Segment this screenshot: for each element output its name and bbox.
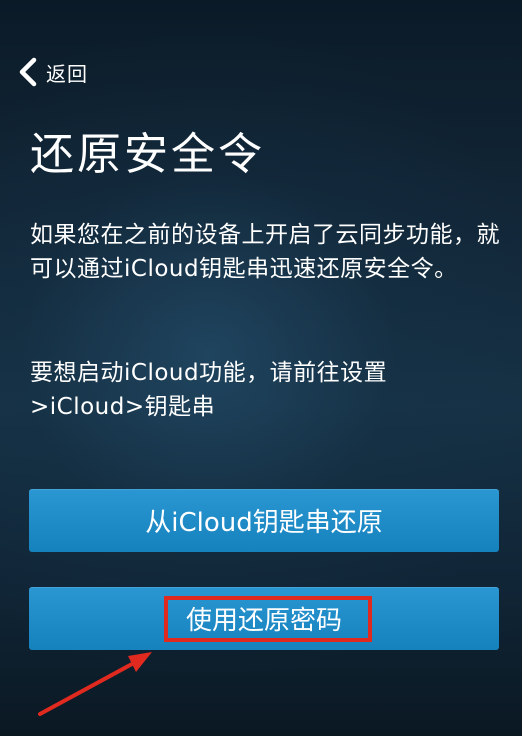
screen: 返回 还原安全令 如果您在之前的设备上开启了云同步功能，就可以通过iCloud钥…: [0, 0, 522, 736]
highlight-box: [164, 596, 372, 642]
chevron-left-icon: [19, 57, 37, 87]
back-label: 返回: [46, 61, 88, 86]
restore-from-icloud-label: 从iCloud钥匙串还原: [145, 508, 383, 538]
settings-hint-text: 要想启动iCloud功能，请前往设置>iCloud>钥匙串: [30, 360, 388, 420]
back-button[interactable]: 返回: [16, 56, 88, 88]
restore-from-icloud-button[interactable]: 从iCloud钥匙串还原: [29, 489, 499, 552]
description-text: 如果您在之前的设备上开启了云同步功能，就可以通过iCloud钥匙串迅速还原安全令…: [30, 222, 500, 282]
page-title: 还原安全令: [30, 129, 265, 180]
